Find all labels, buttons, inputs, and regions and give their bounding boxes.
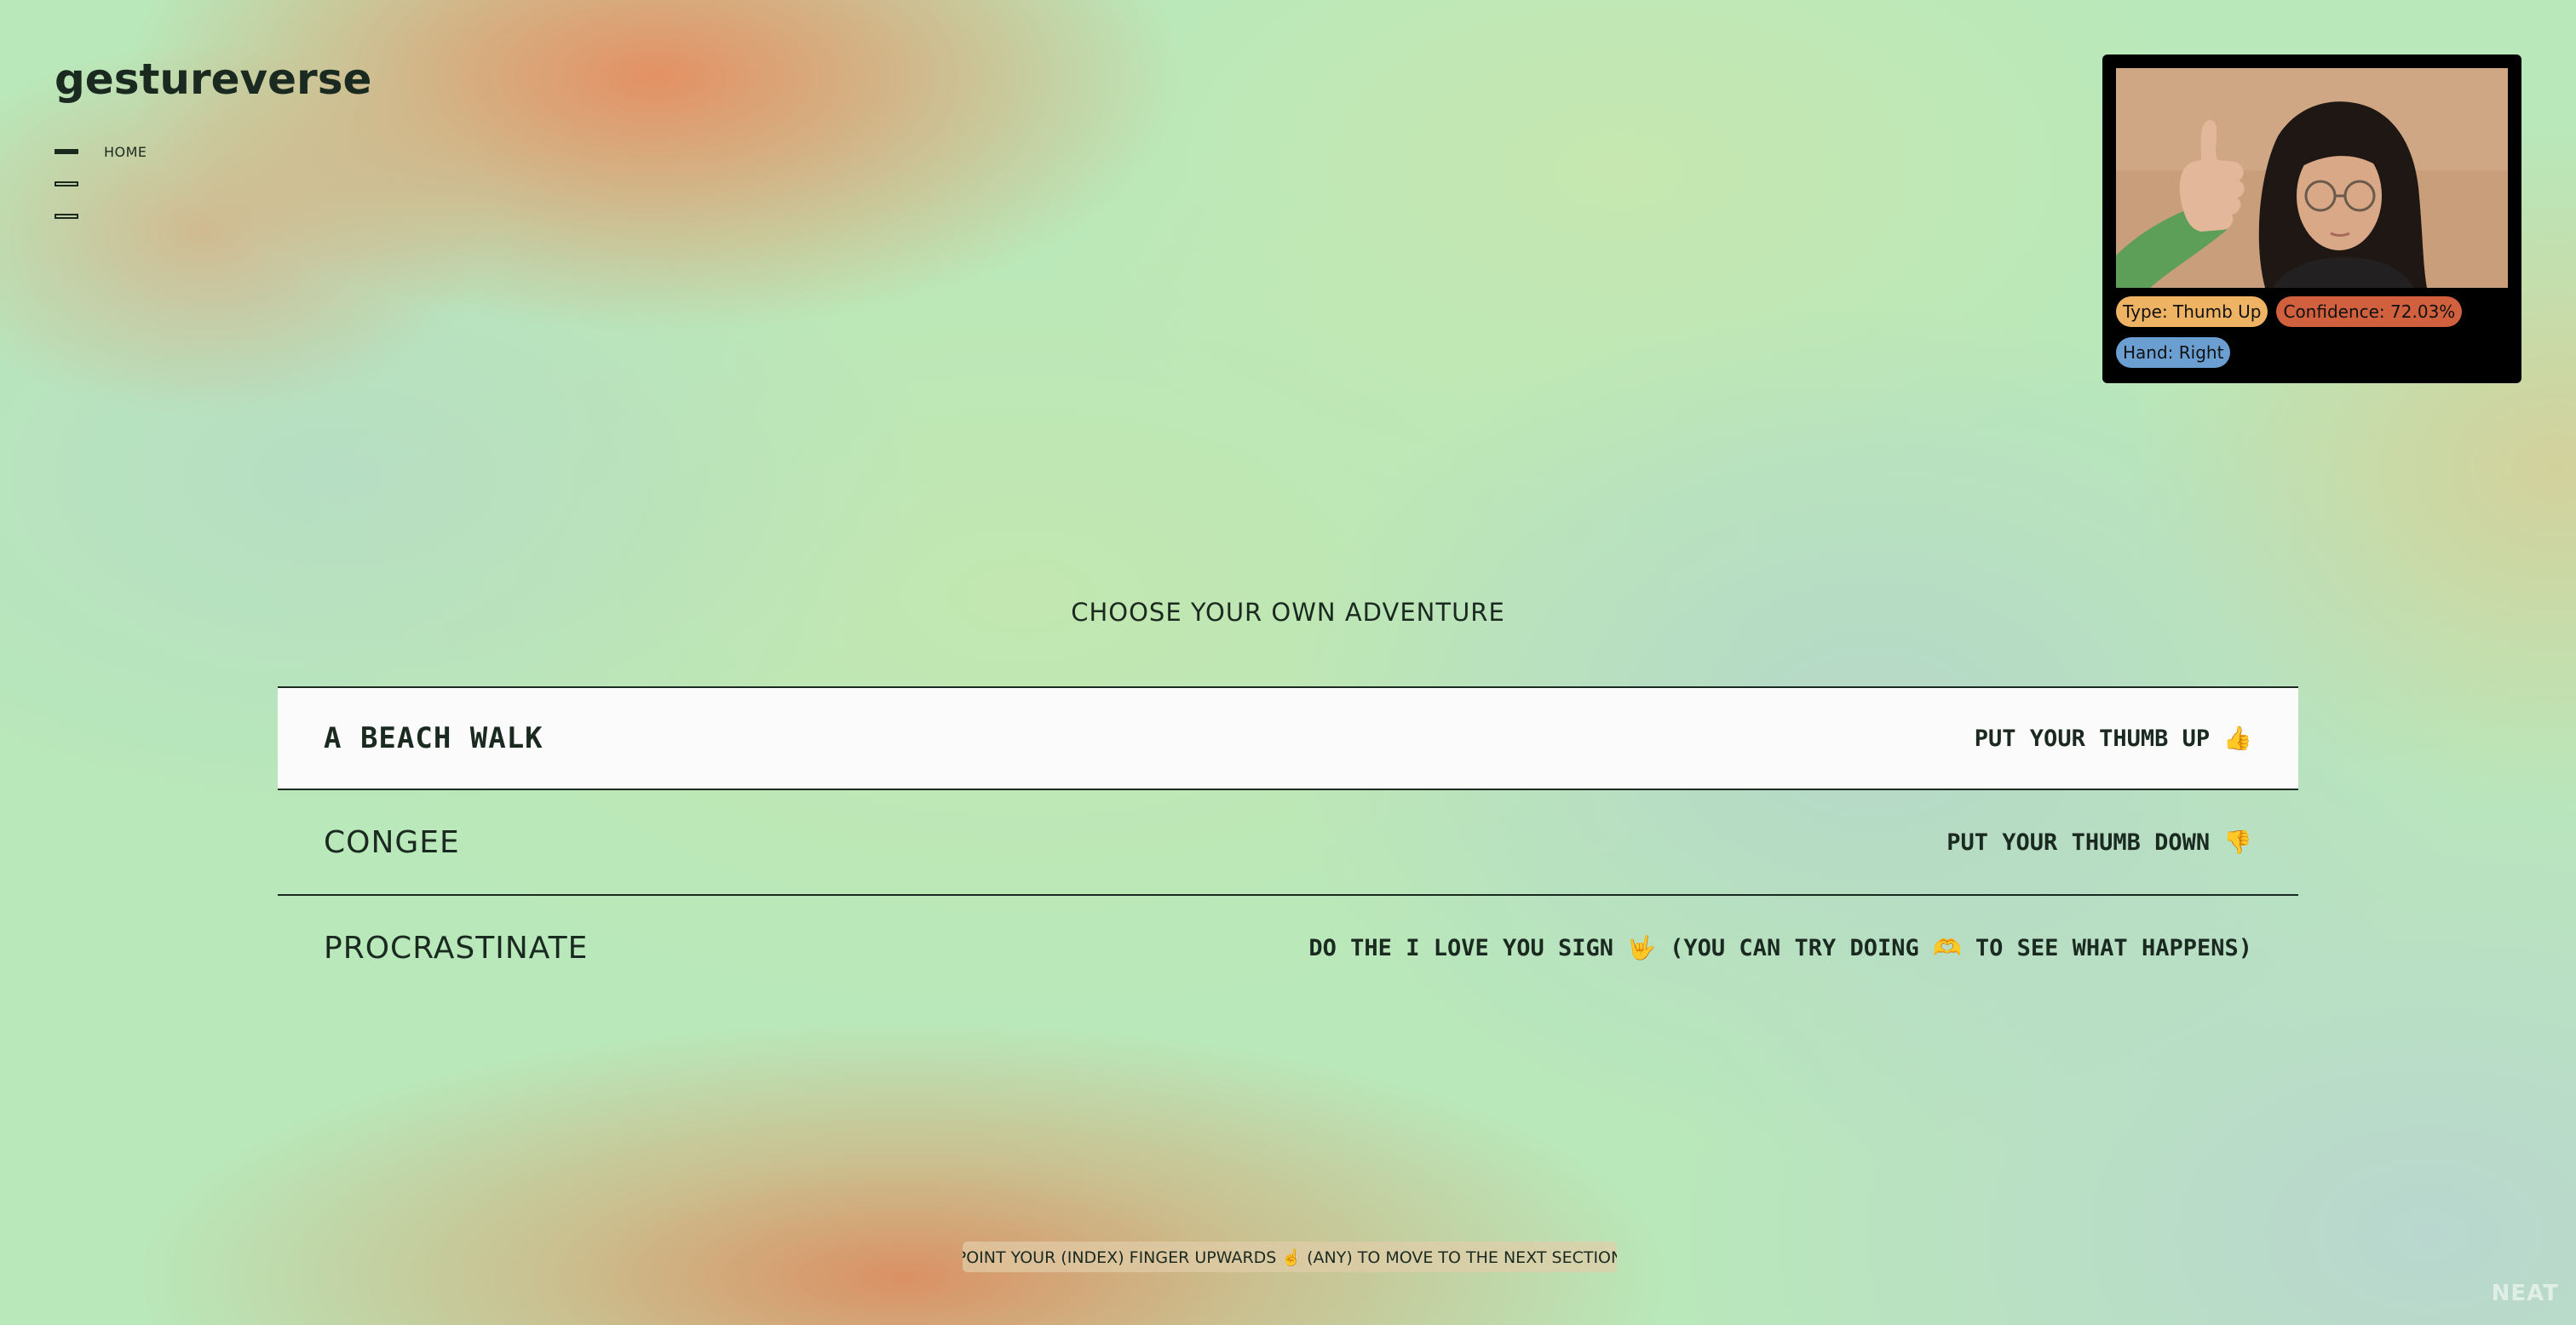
webcam-feed xyxy=(2116,68,2508,288)
nav-item-section-2[interactable] xyxy=(55,175,147,192)
option-procrastinate[interactable]: PROCRASTINATE DO THE I LOVE YOU SIGN 🤟 (… xyxy=(278,894,2298,1000)
section-heading: CHOOSE YOUR OWN ADVENTURE xyxy=(1071,598,1505,627)
webcam-panel: Type: Thumb Up Confidence: 72.03% Hand: … xyxy=(2102,54,2521,383)
nav-label-home: HOME xyxy=(104,143,147,160)
option-title: CONGEE xyxy=(324,824,460,860)
nav-item-section-3[interactable] xyxy=(55,208,147,225)
app-brand: gestureverse xyxy=(55,54,372,104)
option-beach-walk[interactable]: A BEACH WALK PUT YOUR THUMB UP 👍 xyxy=(278,686,2298,790)
nav-marker xyxy=(55,181,78,186)
section-nav: HOME xyxy=(55,143,147,240)
webcam-image xyxy=(2116,68,2508,288)
neat-watermark: NEAT xyxy=(2491,1281,2559,1306)
confidence-badge: Confidence: 72.03% xyxy=(2276,296,2463,327)
option-gesture-hint: DO THE I LOVE YOU SIGN 🤟 (YOU CAN TRY DO… xyxy=(1308,935,2252,961)
hand-badge: Hand: Right xyxy=(2116,337,2231,368)
next-section-hint: POINT YOUR (INDEX) FINGER UPWARDS ☝️ (AN… xyxy=(963,1242,1617,1272)
option-title: A BEACH WALK xyxy=(324,721,543,755)
adventure-options: A BEACH WALK PUT YOUR THUMB UP 👍 CONGEE … xyxy=(278,686,2298,1000)
option-congee[interactable]: CONGEE PUT YOUR THUMB DOWN 👎 xyxy=(278,790,2298,894)
option-title: PROCRASTINATE xyxy=(324,930,589,966)
nav-marker-active xyxy=(55,149,78,154)
gesture-badges: Type: Thumb Up Confidence: 72.03% Hand: … xyxy=(2116,296,2508,368)
nav-marker xyxy=(55,214,78,219)
gesture-type-badge: Type: Thumb Up xyxy=(2116,296,2268,327)
option-gesture-hint: PUT YOUR THUMB UP 👍 xyxy=(1974,726,2252,752)
option-gesture-hint: PUT YOUR THUMB DOWN 👎 xyxy=(1946,829,2252,856)
nav-item-home[interactable]: HOME xyxy=(55,143,147,160)
